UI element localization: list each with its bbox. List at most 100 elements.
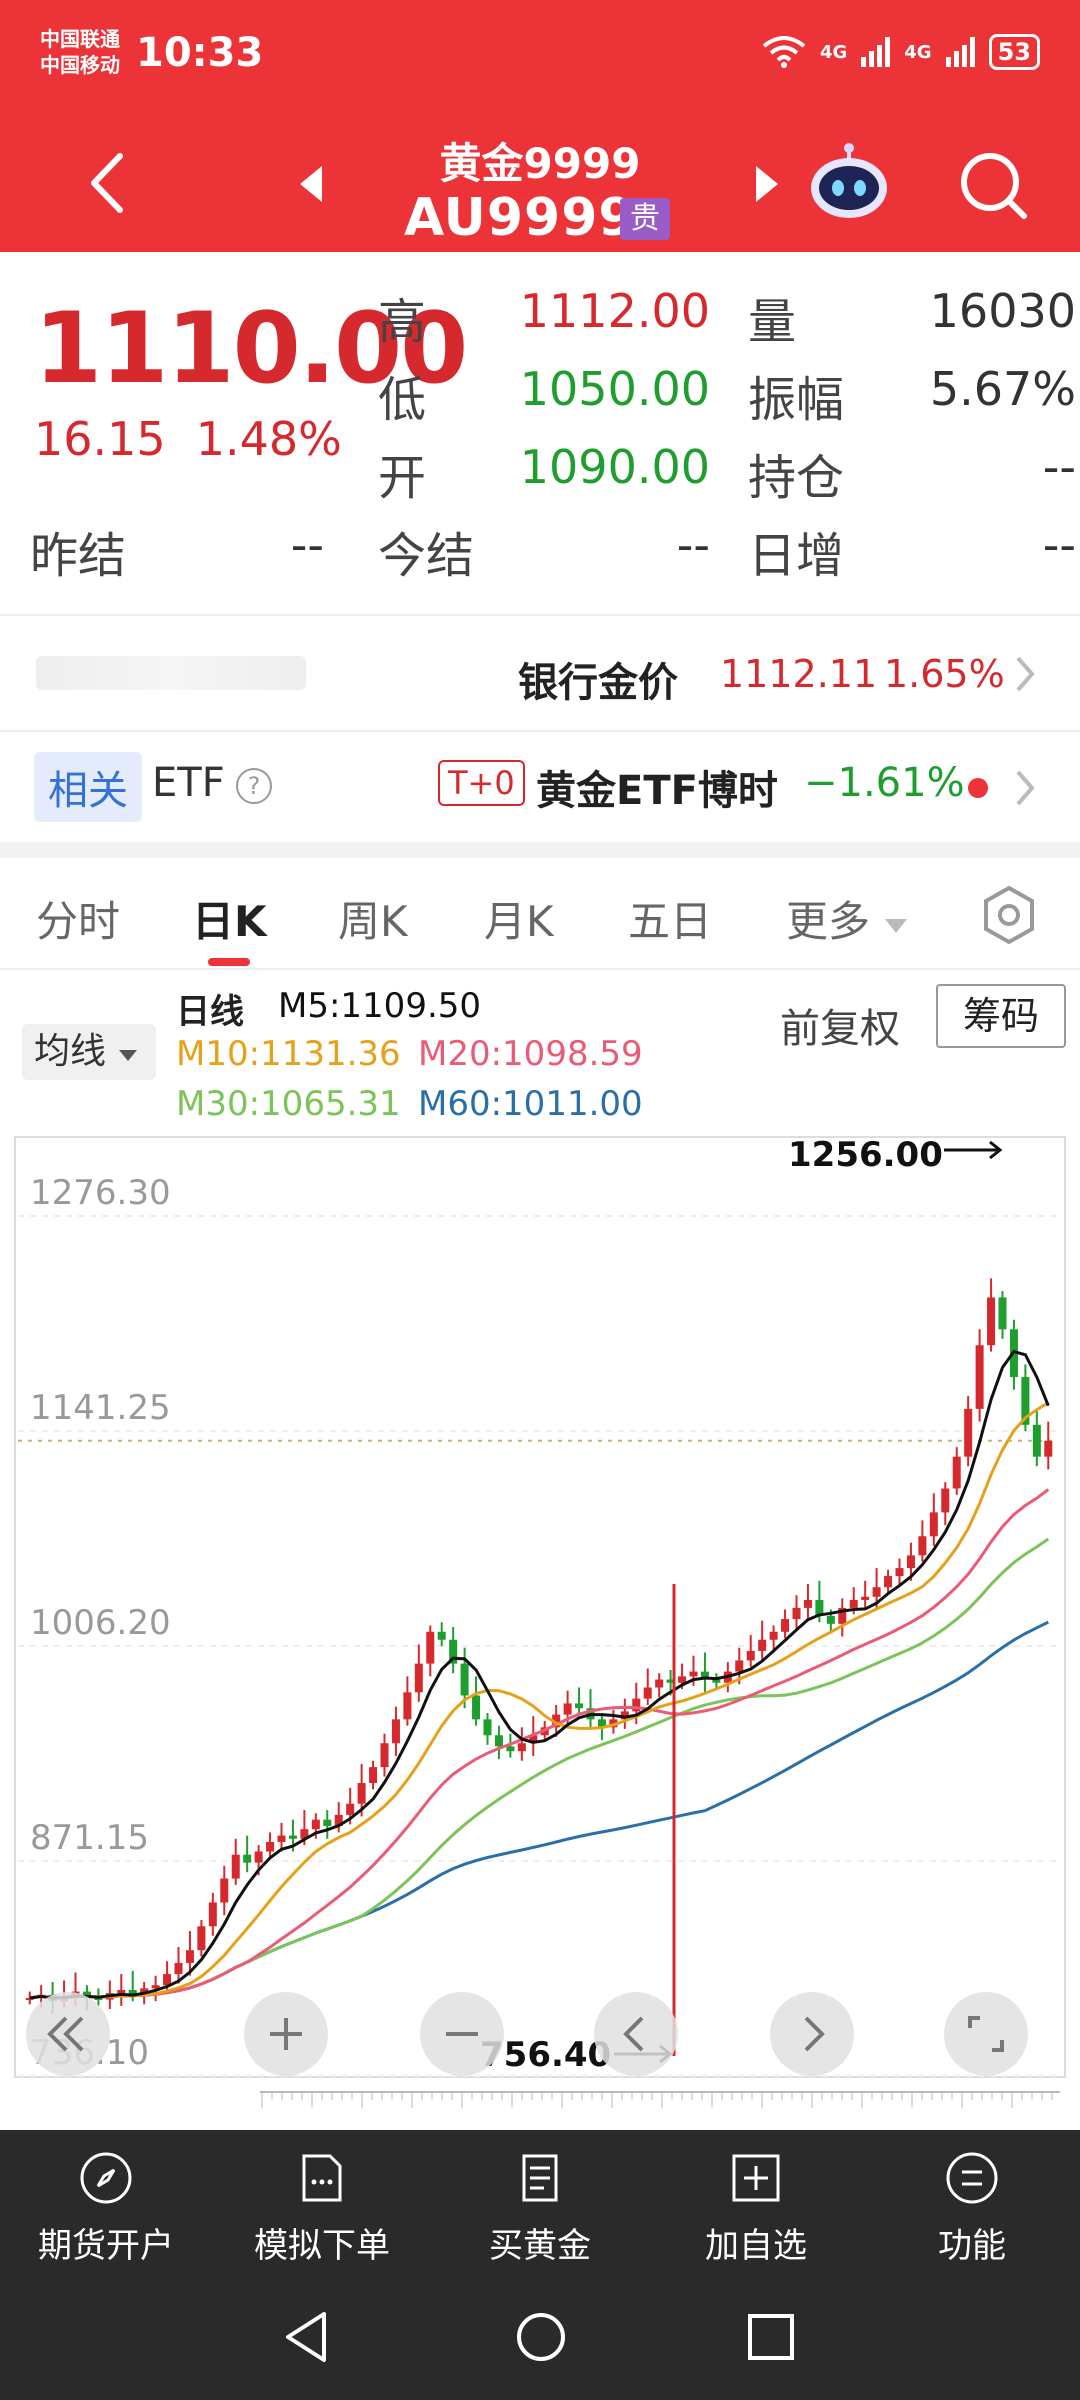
carrier-2: 中国移动 [40, 53, 120, 77]
tab-more[interactable]: 更多 [786, 888, 909, 949]
etf-row[interactable]: 相关 ETF ? T+0 黄金ETF博时 −1.61% [0, 732, 1080, 842]
tab-monthly-k[interactable]: 月K [484, 888, 554, 949]
bank-gold-row[interactable]: 银行金价 1112.11 1.65% [0, 616, 1080, 730]
time-axis-ticks [260, 2091, 1060, 2108]
candle-body [643, 1687, 652, 1699]
candle-body [323, 1819, 332, 1827]
etf-name: 黄金ETF博时 [536, 768, 778, 814]
kline-chart[interactable]: 1276.301141.251006.20871.15736.101256.00… [14, 1136, 1066, 2136]
minus-icon [446, 2032, 478, 2036]
system-recents-icon[interactable] [746, 2312, 796, 2362]
list-document-icon [522, 2154, 558, 2202]
candle-body [254, 1851, 263, 1863]
chart-frame [14, 1136, 1066, 2078]
search-icon[interactable] [958, 150, 1028, 220]
y-tick-label: 1141.25 [30, 1388, 171, 1428]
open-label: 开 [378, 450, 427, 506]
high-label: 高 [378, 294, 427, 350]
ma-line-m5 [29, 1349, 1050, 2000]
candle-body [460, 1663, 469, 1696]
live-dot-icon [968, 778, 988, 798]
tab-five-day[interactable]: 五日 [628, 888, 712, 949]
compass-icon [80, 2152, 132, 2204]
buy-gold-button[interactable]: 买黄金 [450, 2150, 630, 2267]
candle-body [803, 1599, 812, 1608]
daily-increase-label: 日增 [748, 528, 845, 584]
blurred-ticker [36, 656, 306, 690]
price-change: 16.15 1.48% [34, 412, 342, 466]
chart-settings-icon[interactable] [978, 884, 1040, 946]
fullscreen-button[interactable] [944, 1992, 1028, 2076]
active-tab-indicator [208, 958, 250, 966]
simulated-order-button[interactable]: 模拟下单 [232, 2150, 412, 2267]
tab-timeshare[interactable]: 分时 [36, 888, 120, 949]
candle-body [288, 1835, 297, 1839]
candle-body [185, 1950, 194, 1963]
etf-pct: −1.61% [804, 760, 965, 806]
next-contract-icon[interactable] [752, 164, 782, 204]
candle-body [472, 1695, 481, 1720]
zoom-out-button[interactable] [420, 1992, 504, 2076]
nav-bar: 黄金9999 AU9999 贵 [0, 120, 1080, 250]
ma60-value: M60:1011.00 [418, 1084, 643, 1124]
scroll-right-button[interactable] [770, 1992, 854, 2076]
zoom-in-button[interactable] [244, 1992, 328, 2076]
bank-gold-pct: 1.65% [884, 652, 1005, 696]
page-title: 黄金9999 [439, 139, 641, 188]
high-annotation: 1256.00 [788, 1136, 943, 1175]
plus-icon [270, 2018, 302, 2050]
ma-select-label: 均线 [34, 1031, 107, 1072]
chevron-right-icon [804, 2016, 825, 2052]
y-tick-label: 871.15 [30, 1818, 149, 1858]
bank-gold-label: 银行金价 [518, 660, 678, 706]
y-tick-label: 1276.30 [30, 1173, 171, 1213]
system-home-icon[interactable] [514, 2310, 568, 2364]
volume-value: 16030 [929, 284, 1076, 338]
candle-body [964, 1408, 973, 1457]
chips-button[interactable]: 筹码 [936, 984, 1066, 1048]
related-tag: 相关 [34, 752, 142, 822]
add-watchlist-button[interactable]: 加自选 [666, 2150, 846, 2267]
candle-body [517, 1743, 526, 1752]
buy-gold-label: 买黄金 [489, 2226, 591, 2266]
functions-button[interactable]: 功能 [882, 2150, 1062, 2267]
prev-settle-value: -- [290, 518, 324, 572]
functions-label: 功能 [938, 2226, 1006, 2266]
bank-gold-price: 1112.11 [720, 652, 878, 696]
candle-body [895, 1568, 904, 1577]
ma10-value: M10:1131.36 [176, 1034, 401, 1074]
settle-label: 今结 [378, 528, 475, 584]
zoom-out-far-button[interactable] [26, 1992, 110, 2076]
scroll-left-button[interactable] [594, 1992, 678, 2076]
indicator-header: 均线 日线 M5:1109.50 M10:1131.36 M20:1098.59… [0, 972, 1080, 1132]
chevron-right-icon [1016, 656, 1035, 692]
candle-body [174, 1962, 183, 1975]
candle-body [872, 1587, 881, 1597]
open-interest-label: 持仓 [748, 450, 845, 506]
candle-body [746, 1650, 755, 1661]
futures-account-button[interactable]: 期货开户 [16, 2150, 196, 2267]
network-type-1: 4G [819, 41, 848, 63]
candle-body [918, 1536, 927, 1556]
ma-line-m20 [29, 1488, 1050, 2000]
candle-body [403, 1692, 412, 1720]
prev-settle-label: 昨结 [30, 528, 127, 584]
adjust-mode[interactable]: 前复权 [780, 996, 900, 1054]
daily-increase-value: -- [1042, 518, 1076, 572]
candle-body [929, 1512, 938, 1537]
add-watchlist-label: 加自选 [705, 2226, 807, 2266]
kline-svg: 1276.301141.251006.20871.15736.101256.00… [14, 1136, 1066, 2078]
candle-body [987, 1297, 996, 1346]
candle-body [861, 1596, 870, 1600]
ma-select[interactable]: 均线 [22, 1024, 156, 1080]
tab-weekly-k[interactable]: 周K [338, 888, 408, 949]
status-bar: 中国联通 中国移动 10:33 4G 4G 53 [0, 0, 1080, 110]
assistant-robot-icon[interactable] [808, 140, 890, 222]
open-value: 1090.00 [519, 440, 710, 494]
tab-daily-k[interactable]: 日K [192, 888, 267, 949]
system-back-icon[interactable] [282, 2310, 332, 2364]
low-label: 低 [378, 372, 427, 428]
help-icon[interactable]: ? [236, 768, 272, 804]
candle-body [208, 1902, 217, 1927]
bottom-action-bar: 期货开户 模拟下单 买黄金 加自选 功能 [0, 2130, 1080, 2270]
